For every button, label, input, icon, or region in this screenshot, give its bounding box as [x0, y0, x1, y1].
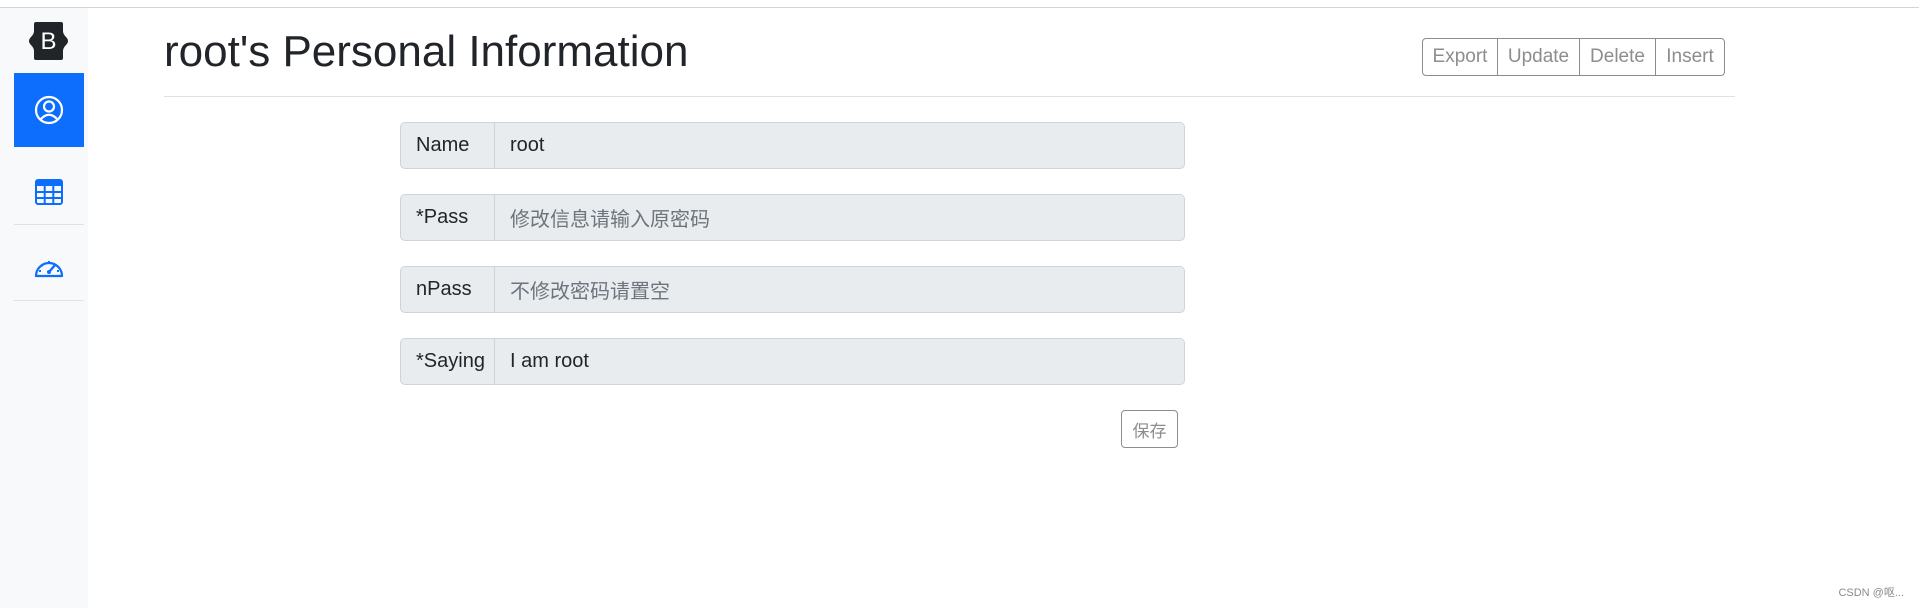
sidebar-divider: [14, 300, 84, 301]
npass-input-group: nPass 不修改密码请置空: [400, 266, 1185, 313]
export-button[interactable]: Export: [1422, 38, 1498, 76]
pass-input-group: *Pass 修改信息请输入原密码: [400, 194, 1185, 241]
watermark: CSDN @呕...: [1838, 587, 1904, 599]
sidebar-divider: [14, 224, 84, 225]
page-header: root's Personal Information Export Updat…: [164, 14, 1735, 97]
update-button[interactable]: Update: [1497, 38, 1580, 76]
action-button-group: Export Update Delete Insert: [1422, 38, 1725, 76]
insert-button[interactable]: Insert: [1655, 38, 1725, 76]
save-button[interactable]: 保存: [1121, 410, 1178, 448]
saying-field[interactable]: I am root: [495, 338, 1185, 385]
password-field[interactable]: 修改信息请输入原密码: [495, 194, 1185, 241]
sidebar: B: [0, 8, 88, 608]
page-title: root's Personal Information: [164, 27, 689, 76]
sidebar-item-profile[interactable]: [14, 73, 84, 147]
brand-letter: B: [40, 28, 56, 55]
bootstrap-logo-icon: B: [29, 22, 68, 60]
name-field[interactable]: root: [495, 122, 1185, 169]
name-input-group: Name root: [400, 122, 1185, 169]
npass-label: nPass: [400, 266, 495, 313]
top-border-line: [0, 7, 1919, 8]
pass-label: *Pass: [400, 194, 495, 241]
saying-input-group: *Saying I am root: [400, 338, 1185, 385]
brand-logo[interactable]: B: [24, 20, 73, 62]
name-label: Name: [400, 122, 495, 169]
new-password-field[interactable]: 不修改密码请置空: [495, 266, 1185, 313]
person-circle-icon: [34, 95, 64, 125]
sidebar-item-table[interactable]: [14, 154, 84, 230]
saying-label: *Saying: [400, 338, 495, 385]
sidebar-item-dashboard[interactable]: [14, 230, 84, 306]
delete-button[interactable]: Delete: [1579, 38, 1656, 76]
table-icon: [35, 179, 63, 205]
speedometer-icon: [34, 261, 64, 278]
